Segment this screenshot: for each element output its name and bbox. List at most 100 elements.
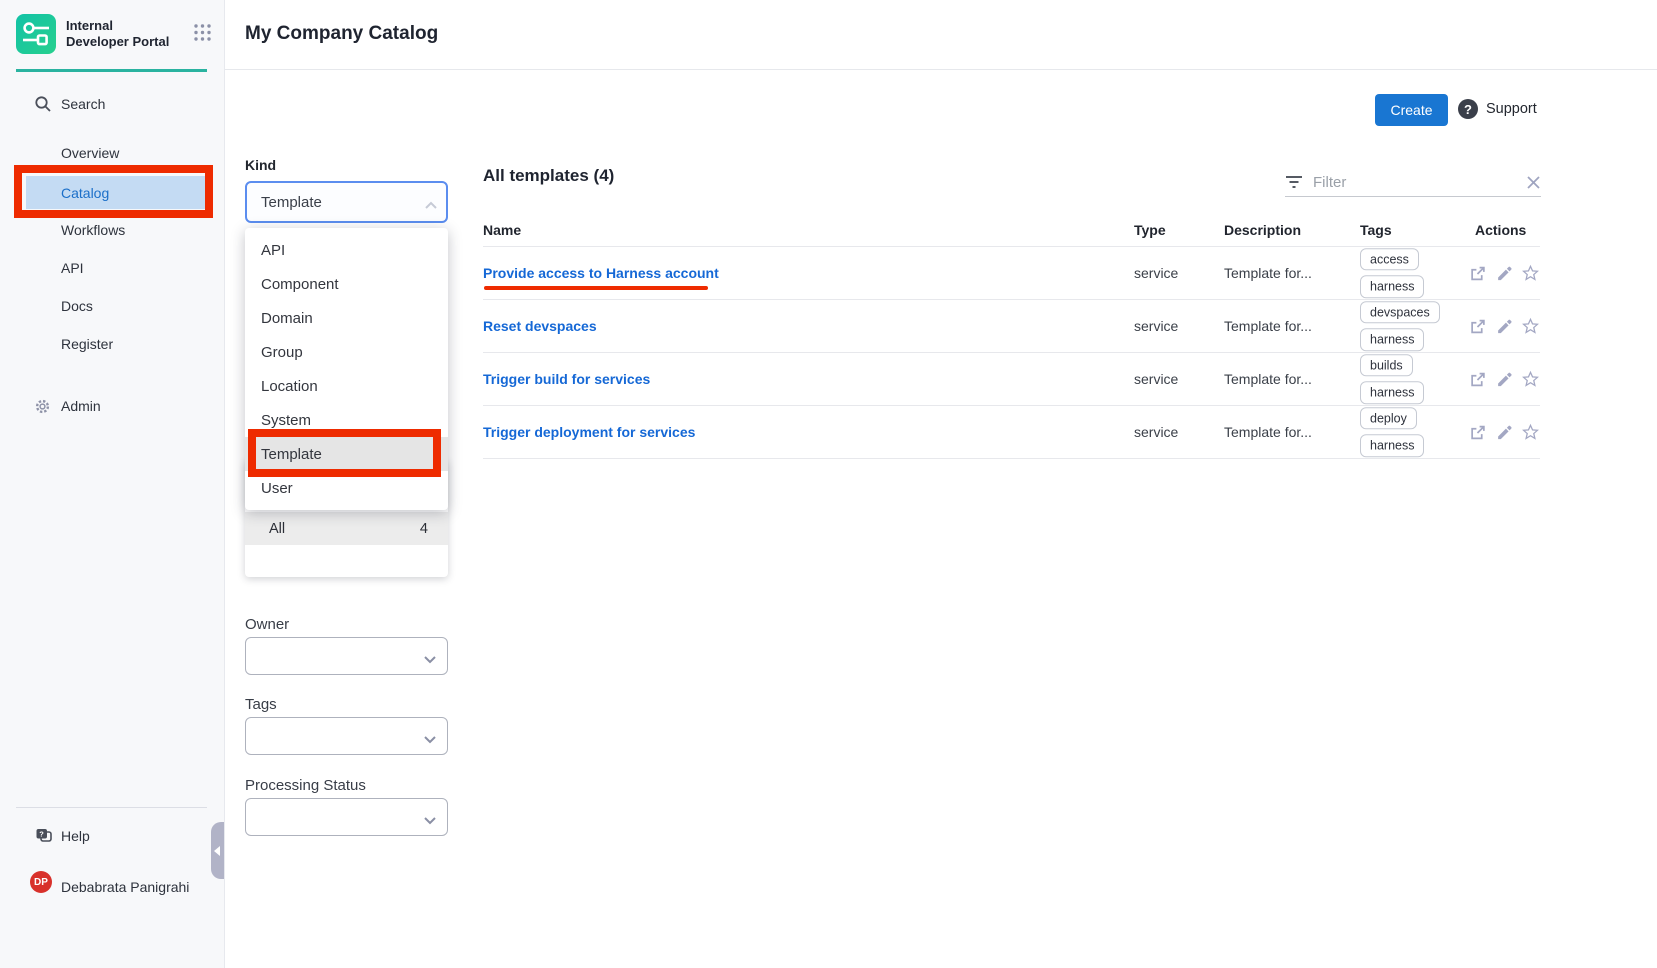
filter-icon bbox=[1285, 175, 1303, 189]
table-filter bbox=[1285, 168, 1541, 197]
open-external-icon[interactable] bbox=[1470, 318, 1486, 334]
column-header-description: Description bbox=[1224, 222, 1301, 238]
tag-chip: devspaces bbox=[1360, 301, 1440, 323]
overview-label: Overview bbox=[0, 145, 119, 161]
table-row: Trigger deployment for services service … bbox=[483, 406, 1540, 459]
column-header-tags: Tags bbox=[1360, 222, 1392, 238]
sidebar-accent-divider bbox=[16, 69, 207, 72]
clear-filter-icon[interactable] bbox=[1526, 175, 1541, 190]
logo-title: Internal Developer Portal bbox=[66, 18, 174, 51]
processing-status-select[interactable] bbox=[245, 798, 448, 836]
processing-status-field-label: Processing Status bbox=[245, 777, 366, 794]
type-cell: service bbox=[1134, 318, 1178, 334]
sidebar-item-workflows[interactable]: Workflows bbox=[0, 217, 225, 243]
edit-icon[interactable] bbox=[1496, 318, 1512, 334]
sidebar-item-catalog[interactable]: Catalog bbox=[26, 176, 205, 209]
kind-selected-value: Template bbox=[247, 194, 322, 211]
table-row: Reset devspaces service Template for... … bbox=[483, 300, 1540, 353]
table-title: All templates (4) bbox=[483, 166, 614, 186]
column-header-actions: Actions bbox=[1475, 222, 1526, 238]
description-cell: Template for... bbox=[1224, 318, 1312, 334]
template-link[interactable]: Reset devspaces bbox=[483, 318, 597, 334]
question-circle-icon: ? bbox=[1458, 99, 1478, 119]
open-external-icon[interactable] bbox=[1470, 371, 1486, 387]
owner-select[interactable] bbox=[245, 637, 448, 675]
table-row: Provide access to Harness account servic… bbox=[483, 247, 1540, 300]
actions-cell bbox=[1470, 265, 1539, 282]
sidebar: Internal Developer Portal Search bbox=[0, 0, 225, 968]
filter-input[interactable] bbox=[1313, 174, 1503, 191]
sidebar-item-register[interactable]: Register bbox=[0, 331, 225, 357]
all-count-row[interactable]: All 4 bbox=[245, 512, 448, 545]
user-name: Debabrata Panigrahi bbox=[61, 879, 189, 895]
kind-option-domain[interactable]: Domain bbox=[245, 301, 448, 335]
kind-option-api[interactable]: API bbox=[245, 233, 448, 267]
chevron-down-icon bbox=[423, 812, 437, 830]
help-label: Help bbox=[61, 828, 90, 844]
open-external-icon[interactable] bbox=[1470, 265, 1486, 281]
sidebar-bottom-divider bbox=[16, 807, 207, 808]
column-header-name: Name bbox=[483, 222, 521, 238]
register-label: Register bbox=[0, 336, 113, 352]
kind-option-user[interactable]: User bbox=[245, 471, 448, 505]
type-cell: service bbox=[1134, 424, 1178, 440]
table-row: Trigger build for services service Templ… bbox=[483, 353, 1540, 406]
tag-chip: builds bbox=[1360, 354, 1413, 376]
tag-chip: harness bbox=[1360, 382, 1424, 404]
tags-cell: builds harness bbox=[1360, 354, 1424, 404]
description-cell: Template for... bbox=[1224, 424, 1312, 440]
sidebar-item-docs[interactable]: Docs bbox=[0, 293, 225, 319]
kind-option-system[interactable]: System bbox=[245, 403, 448, 437]
app-window: Internal Developer Portal Search bbox=[0, 0, 1657, 968]
user-row[interactable]: DP Debabrata Panigrahi bbox=[0, 874, 225, 900]
main-content: Create ? Support Kind Template API Compo… bbox=[225, 70, 1657, 968]
tags-select[interactable] bbox=[245, 717, 448, 755]
idp-logo-icon bbox=[16, 14, 56, 54]
sidebar-item-api[interactable]: API bbox=[0, 255, 225, 281]
template-link[interactable]: Provide access to Harness account bbox=[483, 265, 719, 281]
sidebar-item-overview[interactable]: Overview bbox=[0, 140, 225, 166]
tags-cell: deploy harness bbox=[1360, 407, 1424, 457]
sidebar-item-admin[interactable]: Admin bbox=[0, 393, 225, 419]
chevron-up-icon bbox=[424, 197, 438, 215]
support-button[interactable]: ? Support bbox=[1458, 99, 1537, 119]
kind-option-component[interactable]: Component bbox=[245, 267, 448, 301]
owner-field-label: Owner bbox=[245, 616, 289, 633]
admin-label: Admin bbox=[61, 398, 101, 414]
type-cell: service bbox=[1134, 371, 1178, 387]
open-external-icon[interactable] bbox=[1470, 424, 1486, 440]
star-icon[interactable] bbox=[1522, 265, 1539, 282]
create-button[interactable]: Create bbox=[1375, 94, 1448, 126]
star-icon[interactable] bbox=[1522, 318, 1539, 335]
search-label: Search bbox=[61, 96, 105, 112]
kind-option-group[interactable]: Group bbox=[245, 335, 448, 369]
kind-option-template[interactable]: Template bbox=[245, 437, 448, 471]
template-link[interactable]: Trigger build for services bbox=[483, 371, 650, 387]
tag-chip: access bbox=[1360, 248, 1419, 270]
workflows-label: Workflows bbox=[0, 222, 125, 238]
tag-chip: harness bbox=[1360, 435, 1424, 457]
edit-icon[interactable] bbox=[1496, 371, 1512, 387]
help-chat-icon: ? bbox=[34, 827, 53, 845]
star-icon[interactable] bbox=[1522, 424, 1539, 441]
star-icon[interactable] bbox=[1522, 371, 1539, 388]
api-label: API bbox=[0, 260, 84, 276]
svg-text:?: ? bbox=[39, 830, 44, 839]
description-cell: Template for... bbox=[1224, 265, 1312, 281]
template-link[interactable]: Trigger deployment for services bbox=[483, 424, 695, 440]
type-cell: service bbox=[1134, 265, 1178, 281]
actions-cell bbox=[1470, 318, 1539, 335]
sidebar-collapse-handle[interactable] bbox=[211, 822, 224, 879]
tags-cell: devspaces harness bbox=[1360, 301, 1440, 351]
sidebar-item-search[interactable]: Search bbox=[0, 91, 225, 117]
kind-option-location[interactable]: Location bbox=[245, 369, 448, 403]
actions-cell bbox=[1470, 424, 1539, 441]
sidebar-item-help[interactable]: ? Help bbox=[0, 823, 225, 849]
tags-cell: access harness bbox=[1360, 248, 1424, 298]
apps-grid-icon[interactable] bbox=[193, 23, 212, 47]
edit-icon[interactable] bbox=[1496, 265, 1512, 281]
all-label: All bbox=[245, 521, 285, 537]
kind-select[interactable]: Template bbox=[245, 181, 448, 223]
edit-icon[interactable] bbox=[1496, 424, 1512, 440]
chevron-down-icon bbox=[423, 651, 437, 669]
